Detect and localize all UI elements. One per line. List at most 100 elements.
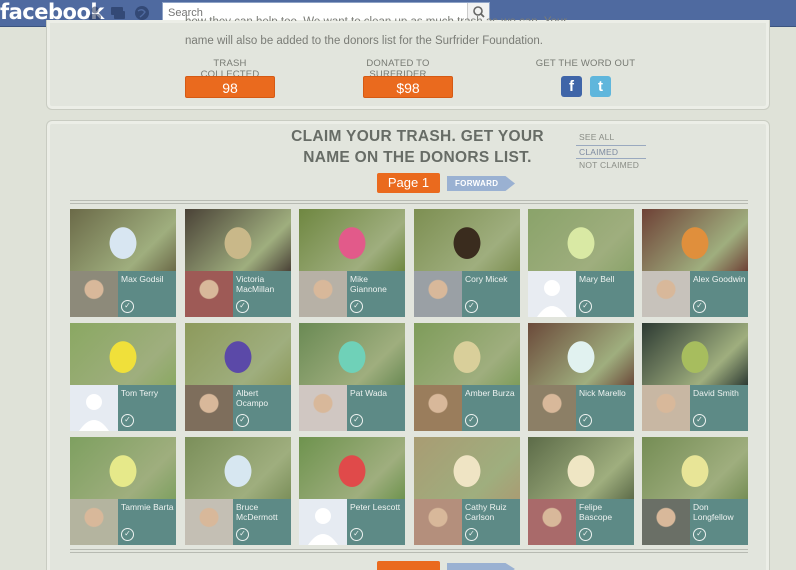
trash-tile[interactable]: Felipe Bascope ✓ (528, 437, 634, 545)
intro-line-2: name will also be added to the donors li… (185, 35, 543, 47)
donor-name: Nick Marello (579, 388, 626, 398)
donor-info: Mike Giannone ✓ (299, 271, 405, 317)
trash-photo (299, 209, 405, 271)
claimed-check-icon: ✓ (121, 300, 134, 313)
donor-info: Cathy Ruiz Carlson ✓ (414, 499, 520, 545)
donor-avatar (70, 499, 118, 545)
claimed-check-icon: ✓ (121, 528, 134, 541)
donor-avatar (185, 385, 233, 431)
trash-tile[interactable]: Cathy Ruiz Carlson ✓ (414, 437, 520, 545)
trash-tile[interactable]: Bruce McDermott ✓ (185, 437, 291, 545)
trash-tile[interactable]: Alex Goodwin ✓ (642, 209, 748, 317)
donor-avatar (528, 385, 576, 431)
share-label: GET THE WORD OUT (535, 58, 636, 69)
donor-avatar (299, 385, 347, 431)
claimed-check-icon: ✓ (693, 528, 706, 541)
donor-info: Pat Wada ✓ (299, 385, 405, 431)
donor-name: Victoria MacMillan (236, 274, 275, 294)
donor-name: Bruce McDermott (236, 502, 278, 522)
trash-photo (185, 437, 291, 499)
claimed-check-icon: ✓ (465, 528, 478, 541)
donor-name: Amber Burza (465, 388, 515, 398)
filter-list: SEE ALL CLAIMED NOT CLAIMED (576, 131, 646, 173)
donor-name: Tom Terry (121, 388, 159, 398)
donor-name: Mary Bell (579, 274, 615, 284)
trash-photo (528, 437, 634, 499)
trash-photo (528, 323, 634, 385)
filter-see-all[interactable]: SEE ALL (576, 131, 646, 145)
trash-tile[interactable]: Victoria MacMillan ✓ (185, 209, 291, 317)
donor-info: Peter Lescott ✓ (299, 499, 405, 545)
claimed-check-icon: ✓ (350, 300, 363, 313)
donor-name: Felipe Bascope (579, 502, 613, 522)
filter-not-claimed[interactable]: NOT CLAIMED (576, 159, 646, 173)
page-indicator-bottom (377, 561, 440, 570)
trash-tile[interactable]: Nick Marello ✓ (528, 323, 634, 431)
claimed-check-icon: ✓ (236, 528, 249, 541)
claimed-check-icon: ✓ (350, 528, 363, 541)
trash-tile[interactable]: Mike Giannone ✓ (299, 209, 405, 317)
trash-photo (70, 323, 176, 385)
claim-title-line-2: NAME ON THE DONORS LIST. (303, 149, 532, 166)
donor-info: Tammie Barta ✓ (70, 499, 176, 545)
donor-avatar (528, 271, 576, 317)
donor-info: Don Longfellow ✓ (642, 499, 748, 545)
trash-photo (414, 323, 520, 385)
claimed-check-icon: ✓ (465, 414, 478, 427)
friends-icon[interactable] (87, 5, 103, 21)
trash-tile[interactable]: Tammie Barta ✓ (70, 437, 176, 545)
donor-info: David Smith ✓ (642, 385, 748, 431)
trash-photo (414, 209, 520, 271)
twitter-share-icon[interactable]: t (590, 76, 611, 97)
donor-info: Alex Goodwin ✓ (642, 271, 748, 317)
donor-avatar (299, 499, 347, 545)
forward-button[interactable]: FORWARD (447, 176, 515, 191)
donor-avatar (70, 385, 118, 431)
intro-text: how they can help too. We want to clean … (185, 16, 605, 49)
intro-line-1: how they can help too. We want to clean … (185, 15, 605, 21)
notifications-globe-icon[interactable] (134, 5, 150, 21)
trash-tile[interactable]: Max Godsil ✓ (70, 209, 176, 317)
donor-info: Mary Bell ✓ (528, 271, 634, 317)
trash-photo (642, 209, 748, 271)
donor-name: Tammie Barta (121, 502, 174, 512)
forward-button-bottom[interactable] (447, 563, 515, 570)
trash-tile[interactable]: David Smith ✓ (642, 323, 748, 431)
donor-avatar (642, 385, 690, 431)
trash-photo (70, 437, 176, 499)
trash-photo (414, 437, 520, 499)
donor-info: Amber Burza ✓ (414, 385, 520, 431)
donor-avatar (70, 271, 118, 317)
trash-photo (299, 323, 405, 385)
donor-info: Victoria MacMillan ✓ (185, 271, 291, 317)
trash-tile[interactable]: Amber Burza ✓ (414, 323, 520, 431)
trash-photo (185, 209, 291, 271)
messages-icon[interactable] (110, 5, 126, 21)
trash-tile[interactable]: Tom Terry ✓ (70, 323, 176, 431)
trash-tile[interactable]: Albert Ocampo ✓ (185, 323, 291, 431)
trash-photo (299, 437, 405, 499)
donor-info: Felipe Bascope ✓ (528, 499, 634, 545)
claimed-check-icon: ✓ (236, 414, 249, 427)
trash-photo (528, 209, 634, 271)
claim-title-line-1: CLAIM YOUR TRASH. GET YOUR (291, 128, 544, 145)
trash-tile[interactable]: Peter Lescott ✓ (299, 437, 405, 545)
donor-avatar (414, 271, 462, 317)
donor-avatar (528, 499, 576, 545)
donor-avatar (299, 271, 347, 317)
donor-name: Cory Micek (465, 274, 508, 284)
donor-name: Cathy Ruiz Carlson (465, 502, 507, 522)
donor-name: Albert Ocampo (236, 388, 269, 408)
donor-name: Mike Giannone (350, 274, 387, 294)
trash-tile[interactable]: Mary Bell ✓ (528, 209, 634, 317)
trash-tile[interactable]: Pat Wada ✓ (299, 323, 405, 431)
donor-name: Alex Goodwin (693, 274, 746, 284)
claimed-check-icon: ✓ (693, 300, 706, 313)
trash-tile[interactable]: Cory Micek ✓ (414, 209, 520, 317)
facebook-share-icon[interactable]: f (561, 76, 582, 97)
claimed-check-icon: ✓ (236, 300, 249, 313)
filter-claimed[interactable]: CLAIMED (576, 145, 646, 159)
donated-value: $98 (363, 76, 453, 98)
trash-tile[interactable]: Don Longfellow ✓ (642, 437, 748, 545)
claimed-check-icon: ✓ (579, 414, 592, 427)
